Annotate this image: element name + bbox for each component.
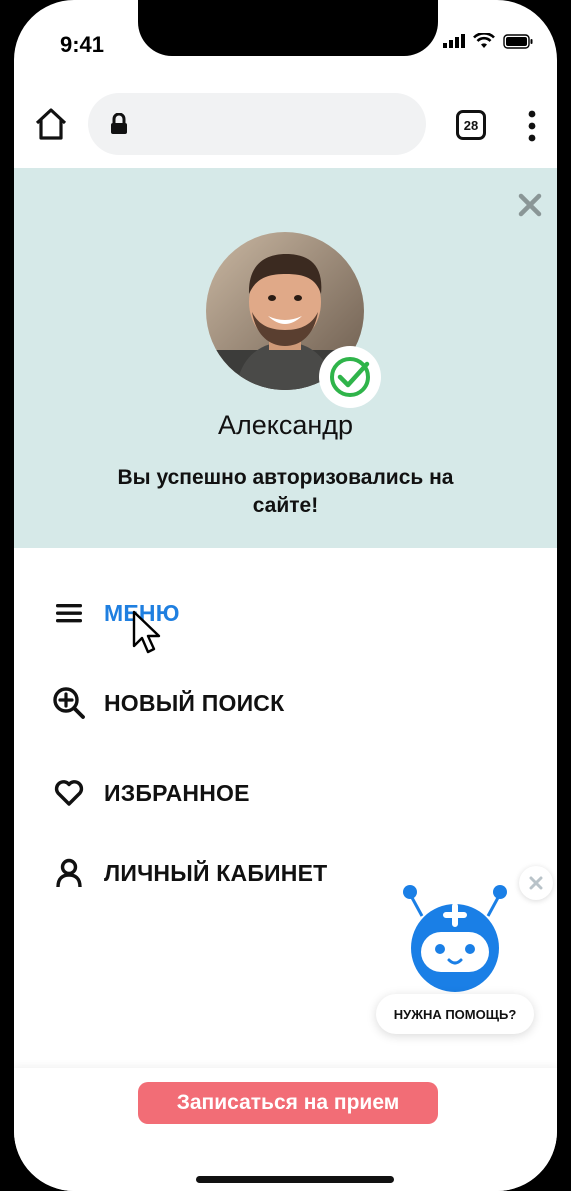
address-bar[interactable] [88,93,426,155]
helper-bot[interactable] [392,882,522,1002]
menu-item-label: НОВЫЙ ПОИСК [104,689,285,716]
book-appointment-button[interactable]: Записаться на прием [138,1082,438,1124]
close-icon [529,876,543,890]
tab-switcher-button[interactable]: 28 [456,110,486,140]
auth-success-panel: Александр Вы успешно авторизовались на с… [14,168,557,548]
check-circle-icon [330,357,370,397]
zoom-in-icon [52,686,86,720]
verified-badge [319,346,381,408]
more-options-icon[interactable] [522,108,542,144]
helper-close-button[interactable] [519,866,553,900]
phone-screen: 9:41 28 Александр Вы успешно авторизовал… [14,0,557,1191]
wifi-icon [473,33,495,48]
robot-icon [403,885,507,998]
user-name: Александр [217,410,354,440]
help-bubble[interactable]: НУЖНА ПОМОЩЬ? [376,994,534,1034]
battery-icon [503,33,533,49]
menu-item-label: ЛИЧНЫЙ КАБИНЕТ [104,859,328,886]
home-icon[interactable] [34,106,68,142]
notch [138,0,438,56]
user-icon [52,856,86,890]
lock-icon [111,113,127,134]
status-icons [443,33,533,49]
heart-icon [52,776,86,810]
menu-item-account[interactable]: ЛИЧНЫЙ КАБИНЕТ [52,856,327,890]
browser-toolbar: 28 [14,88,557,166]
close-icon[interactable] [517,192,543,218]
signal-icon [443,34,465,48]
bottom-bar: Записаться на прием [14,1068,557,1191]
mouse-cursor [132,610,161,654]
hamburger-icon [52,596,86,630]
home-indicator [196,1176,394,1183]
menu-item-new-search[interactable]: НОВЫЙ ПОИСК [52,686,284,720]
menu-item-label: ИЗБРАННОЕ [104,779,250,806]
auth-success-message: Вы успешно авторизовались на сайте! [117,466,454,517]
menu-item-favorites[interactable]: ИЗБРАННОЕ [52,776,250,810]
status-time: 9:41 [60,32,105,57]
